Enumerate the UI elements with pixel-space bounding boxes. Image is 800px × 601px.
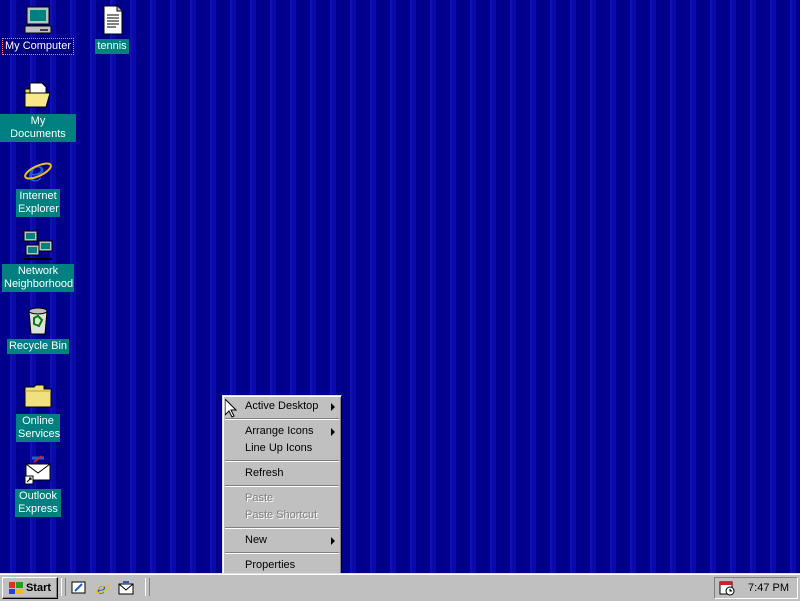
menu-separator	[225, 527, 339, 529]
recycle-bin-icon	[21, 303, 55, 337]
start-button[interactable]: Start	[2, 577, 58, 599]
quick-launch-grip[interactable]	[61, 578, 66, 596]
internet-explorer-icon[interactable]: e	[94, 579, 112, 596]
submenu-arrow-icon	[331, 403, 335, 411]
desktop-icon-tennis[interactable]: tennis	[74, 3, 150, 54]
menu-item-new[interactable]: New	[223, 532, 341, 549]
submenu-arrow-icon	[331, 428, 335, 436]
menu-item-active-desktop[interactable]: Active Desktop	[223, 398, 341, 415]
menu-item-label: Paste Shortcut	[245, 509, 318, 521]
system-tray: 7:47 PM	[714, 577, 798, 599]
outlook-express-icon[interactable]	[117, 579, 135, 596]
menu-item-paste-shortcut: Paste Shortcut	[223, 507, 341, 524]
menu-separator	[225, 460, 339, 462]
desktop-icon-outlook-express[interactable]: Outlook Express	[0, 453, 76, 517]
desktop-icon-label: Network Neighborhood	[2, 264, 74, 292]
menu-item-arrange-icons[interactable]: Arrange Icons	[223, 423, 341, 440]
text-document-icon	[95, 3, 129, 37]
menu-item-label: Active Desktop	[245, 400, 319, 412]
menu-item-label: Refresh	[245, 467, 284, 479]
outlook-express-icon	[21, 453, 55, 487]
menu-item-line-up-icons[interactable]: Line Up Icons	[223, 440, 341, 457]
start-label: Start	[25, 582, 52, 594]
taskbar: Start e 7:47 PM	[0, 573, 800, 601]
desktop-icon-my-documents[interactable]: My Documents	[0, 78, 76, 142]
menu-item-label: Paste	[245, 492, 274, 504]
submenu-arrow-icon	[331, 537, 335, 545]
my-documents-folder-icon	[21, 78, 55, 112]
clock[interactable]: 7:47 PM	[748, 582, 789, 594]
menu-separator	[225, 552, 339, 554]
desktop-icon-label: Outlook Express	[15, 489, 61, 517]
show-desktop-icon[interactable]	[70, 579, 88, 596]
desktop-icon-internet-explorer[interactable]: e Internet Explorer	[0, 153, 76, 217]
desktop-icon-label: Online Services	[16, 414, 61, 442]
desktop-icon-label: Recycle Bin	[6, 339, 70, 354]
menu-separator	[225, 418, 339, 420]
desktop-icon-network-neighborhood[interactable]: Network Neighborhood	[0, 228, 76, 292]
desktop-icon-my-computer[interactable]: My Computer	[0, 3, 76, 55]
menu-item-properties[interactable]: Properties	[223, 557, 341, 574]
svg-text:e: e	[97, 580, 106, 596]
menu-item-label: Line Up Icons	[245, 442, 313, 454]
network-neighborhood-icon	[21, 228, 55, 262]
desktop-icon-online-services[interactable]: Online Services	[0, 378, 76, 442]
desktop-icon-label: My Computer	[1, 38, 75, 55]
taskbar-grip[interactable]	[145, 578, 150, 596]
desktop-icon-label: My Documents	[0, 114, 76, 142]
menu-item-label: Properties	[245, 559, 296, 571]
internet-explorer-icon: e	[21, 153, 55, 187]
windows-logo-icon	[8, 582, 23, 594]
menu-item-label: Arrange Icons	[245, 425, 314, 437]
desktop-context-menu: Active Desktop Arrange Icons Line Up Ico…	[222, 395, 342, 577]
menu-item-label: New	[245, 534, 268, 546]
desktop[interactable]: My Computer tennis My Documents e Intern…	[0, 0, 800, 573]
folder-icon	[21, 378, 55, 412]
task-scheduler-icon[interactable]	[719, 580, 735, 596]
desktop-icon-label: Internet Explorer	[16, 189, 60, 217]
menu-separator	[225, 485, 339, 487]
desktop-icon-label: tennis	[95, 39, 129, 54]
menu-item-paste: Paste	[223, 490, 341, 507]
desktop-icon-recycle-bin[interactable]: Recycle Bin	[0, 303, 76, 354]
menu-item-refresh[interactable]: Refresh	[223, 465, 341, 482]
my-computer-icon	[21, 3, 55, 37]
